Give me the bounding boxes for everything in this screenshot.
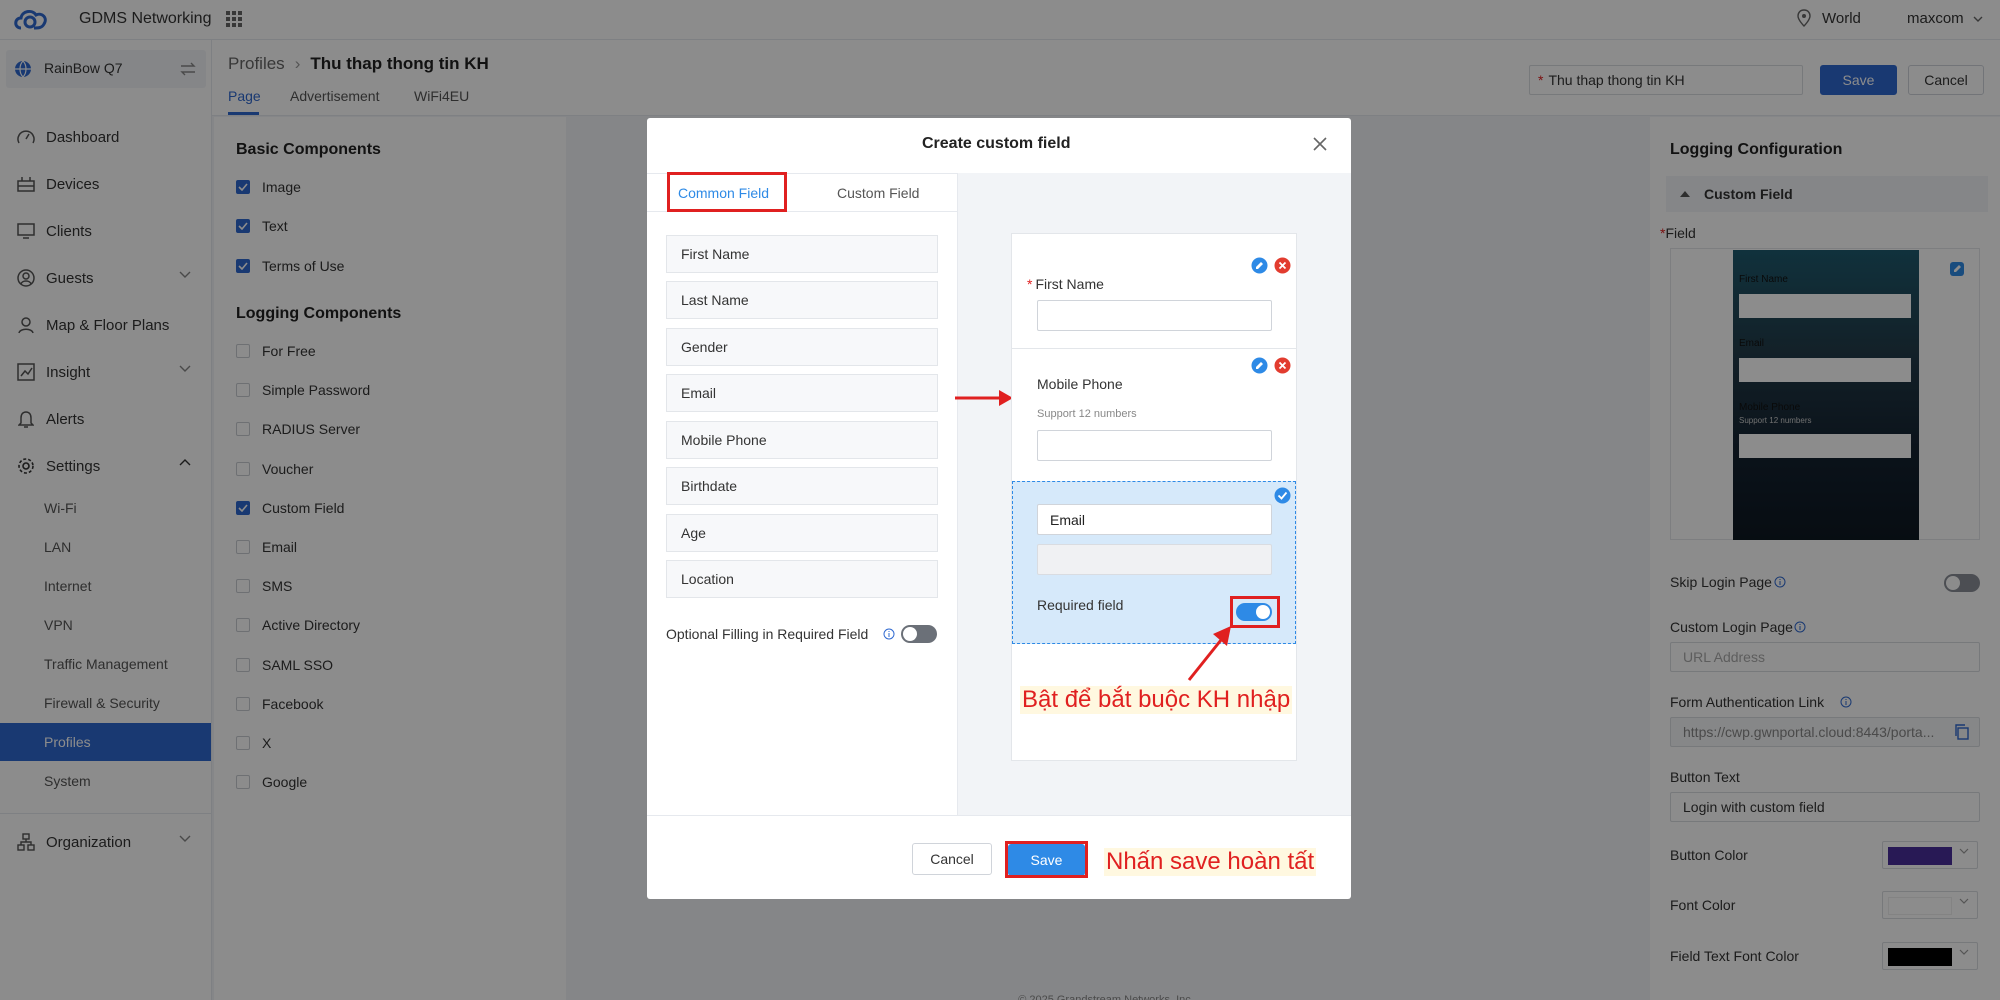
field-email[interactable]: Email (666, 374, 938, 412)
preview-email-input (1037, 544, 1272, 575)
preview-mobile-hint: Support 12 numbers (1037, 408, 1137, 420)
arrow-up-annotation (1185, 622, 1237, 684)
field-location[interactable]: Location (666, 560, 938, 598)
save-annotation-text: Nhấn save hoàn tất (1104, 848, 1317, 876)
field-first-name[interactable]: First Name (666, 235, 938, 273)
toggle-annotation-text: Bật để bắt buộc KH nhập (1020, 686, 1293, 714)
field-age[interactable]: Age (666, 514, 938, 552)
required-asterisk: * (1027, 276, 1033, 292)
modal-cancel-button[interactable]: Cancel (912, 843, 992, 875)
preview-first-name-input (1037, 300, 1272, 331)
check-circle-icon (1274, 487, 1291, 504)
preview-mobile-input (1037, 430, 1272, 461)
delete-icon[interactable] (1274, 357, 1291, 374)
highlight-box (1230, 596, 1280, 628)
highlight-box (667, 172, 787, 212)
field-last-name[interactable]: Last Name (666, 281, 938, 319)
modal-title: Create custom field (922, 135, 1071, 152)
close-icon[interactable] (1313, 137, 1327, 151)
field-mobile-phone[interactable]: Mobile Phone (666, 421, 938, 459)
optional-filling-toggle[interactable] (901, 625, 937, 643)
tab-custom-field[interactable]: Custom Field (837, 185, 919, 201)
optional-filling-label: Optional Filling in Required Field (666, 626, 869, 642)
field-gender[interactable]: Gender (666, 328, 938, 366)
toggle-knob (903, 627, 917, 641)
arrow-right-annotation (953, 388, 1015, 408)
delete-icon[interactable] (1274, 257, 1291, 274)
info-icon[interactable] (883, 628, 895, 640)
preview-email-label-input[interactable]: Email (1037, 504, 1272, 535)
edit-icon[interactable] (1251, 257, 1268, 274)
modal-footer-divider (647, 815, 1351, 816)
preview-label-text: First Name (1035, 276, 1104, 292)
required-field-label: Required field (1037, 597, 1124, 613)
preview-mobile-label: Mobile Phone (1037, 376, 1123, 392)
edit-icon[interactable] (1251, 357, 1268, 374)
field-birthdate[interactable]: Birthdate (666, 467, 938, 505)
preview-divider (1012, 348, 1296, 349)
highlight-box (1005, 841, 1088, 878)
preview-first-name-label: * First Name (1027, 276, 1104, 292)
